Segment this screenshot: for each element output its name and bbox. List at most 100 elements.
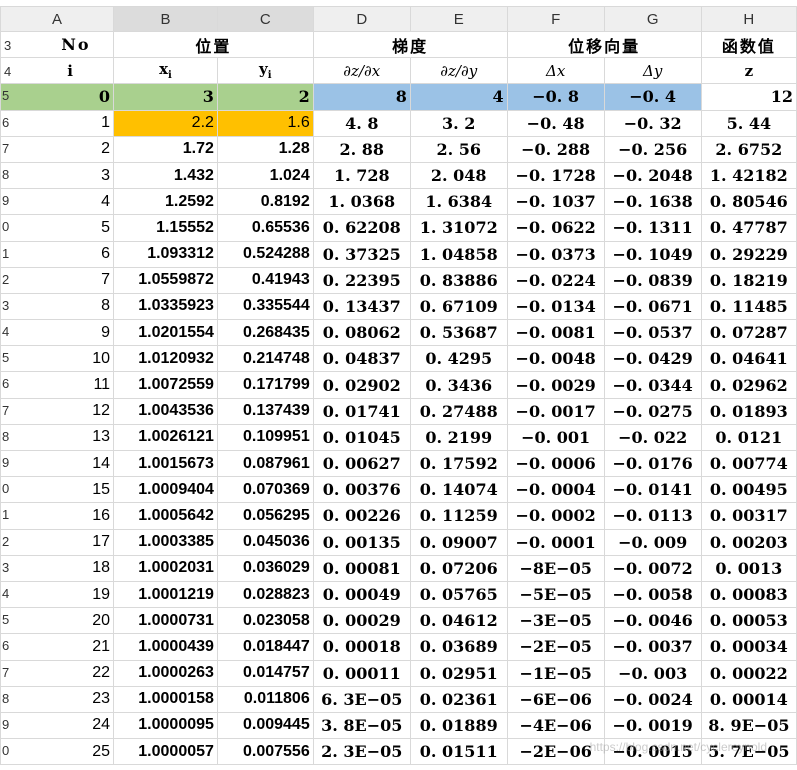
column-header-c[interactable]: C <box>216 6 314 32</box>
cell-dzdx[interactable]: 0. 01045 <box>312 423 411 452</box>
cell-dzdy[interactable]: 4 <box>409 83 508 111</box>
cell-i[interactable]: 16 <box>0 240 115 268</box>
cell-z[interactable]: 0. 07287 <box>700 319 797 347</box>
cell-i[interactable]: 1 16 <box>0 502 115 530</box>
cell-z[interactable]: 0. 00774 <box>700 449 797 478</box>
header-i[interactable]: 4i <box>0 57 115 85</box>
cell-dx[interactable]: −0. 0134 <box>506 292 605 321</box>
row-number[interactable]: 7 <box>2 141 9 156</box>
cell-dy[interactable]: −0. 0671 <box>603 292 702 321</box>
cell-dzdx[interactable]: 2. 88 <box>312 135 411 163</box>
row-number[interactable]: 0 <box>2 219 9 234</box>
cell-dy[interactable]: −0. 0176 <box>603 449 702 478</box>
row-number[interactable]: 1 <box>2 246 9 261</box>
cell-i[interactable]: 7 12 <box>0 397 115 425</box>
cell-dy[interactable]: −0. 256 <box>603 135 702 163</box>
cell-y[interactable]: 0.214748 <box>216 345 314 373</box>
cell-dzdy[interactable]: 0. 02361 <box>409 685 508 713</box>
cell-dzdx[interactable]: 0. 00011 <box>312 659 411 687</box>
cell-i[interactable]: 8 13 <box>0 423 115 452</box>
row-number[interactable]: 4 <box>4 64 11 79</box>
cell-z[interactable]: 12 <box>700 83 797 111</box>
cell-dzdx[interactable]: 1. 728 <box>312 161 411 190</box>
cell-dzdx[interactable]: 0. 02902 <box>312 371 411 399</box>
cell-x[interactable]: 2.2 <box>113 109 218 137</box>
cell-i[interactable]: 38 <box>0 292 115 321</box>
cell-x[interactable]: 1.0005642 <box>113 502 218 530</box>
cell-dzdx[interactable]: 8 <box>312 83 411 111</box>
cell-dzdx[interactable]: 0. 00081 <box>312 554 411 582</box>
cell-dzdx[interactable]: 6. 3E−05 <box>312 685 411 713</box>
cell-dzdx[interactable]: 2. 3E−05 <box>312 738 411 766</box>
cell-dy[interactable]: −0. 0537 <box>603 319 702 347</box>
cell-dzdx[interactable]: 0. 00376 <box>312 476 411 504</box>
cell-i[interactable]: 50 <box>0 83 115 111</box>
cell-i[interactable]: 6 21 <box>0 633 115 661</box>
row-number[interactable]: 8 <box>2 429 9 444</box>
cell-dx[interactable]: −0. 0017 <box>506 397 605 425</box>
cell-dy[interactable]: −0. 0072 <box>603 554 702 582</box>
cell-x[interactable]: 1.0335923 <box>113 292 218 321</box>
cell-y[interactable]: 0.171799 <box>216 371 314 399</box>
cell-dy[interactable]: −0. 009 <box>603 528 702 556</box>
cell-dy[interactable]: −0. 0058 <box>603 580 702 609</box>
cell-dzdx[interactable]: 0. 04837 <box>312 345 411 373</box>
cell-dx[interactable]: −0. 8 <box>506 83 605 111</box>
row-number[interactable]: 8 <box>2 691 9 706</box>
cell-y[interactable]: 0.070369 <box>216 476 314 504</box>
cell-dzdy[interactable]: 0. 53687 <box>409 319 508 347</box>
row-number[interactable]: 5 <box>2 350 9 365</box>
cell-dy[interactable]: −0. 0344 <box>603 371 702 399</box>
row-number[interactable]: 4 <box>2 324 9 339</box>
cell-dx[interactable]: −3E−05 <box>506 607 605 635</box>
row-number[interactable]: 2 <box>2 534 9 549</box>
cell-dzdy[interactable]: 0. 83886 <box>409 266 508 294</box>
row-number[interactable]: 3 <box>2 560 9 575</box>
header-dy[interactable]: Δy <box>603 57 702 85</box>
row-number[interactable]: 7 <box>2 665 9 680</box>
cell-i[interactable]: 94 <box>0 188 115 216</box>
cell-x[interactable]: 1.0043536 <box>113 397 218 425</box>
cell-y[interactable]: 0.018447 <box>216 633 314 661</box>
header-z[interactable]: z <box>700 57 797 85</box>
cell-y[interactable]: 0.014757 <box>216 659 314 687</box>
cell-dzdx[interactable]: 0. 00029 <box>312 607 411 635</box>
cell-y[interactable]: 0.41943 <box>216 266 314 294</box>
row-number[interactable]: 3 <box>2 298 9 313</box>
row-number[interactable]: 0 <box>2 481 9 496</box>
cell-i[interactable]: 0 15 <box>0 476 115 504</box>
cell-dzdy[interactable]: 0. 01889 <box>409 711 508 740</box>
cell-x[interactable]: 1.0000057 <box>113 738 218 766</box>
cell-x[interactable]: 1.432 <box>113 161 218 190</box>
cell-y[interactable]: 0.028823 <box>216 580 314 609</box>
cell-dy[interactable]: −0. 1311 <box>603 214 702 242</box>
cell-dy[interactable]: −0. 1049 <box>603 240 702 268</box>
cell-dzdy[interactable]: 2. 56 <box>409 135 508 163</box>
cell-x[interactable]: 1.0559872 <box>113 266 218 294</box>
cell-z[interactable]: 0. 0013 <box>700 554 797 582</box>
cell-y[interactable]: 0.524288 <box>216 240 314 268</box>
cell-i[interactable]: 2 17 <box>0 528 115 556</box>
cell-dx[interactable]: −0. 0002 <box>506 502 605 530</box>
cell-x[interactable]: 1.0201554 <box>113 319 218 347</box>
cell-y[interactable]: 0.011806 <box>216 685 314 713</box>
row-number[interactable]: 2 <box>2 272 9 287</box>
cell-i[interactable]: 5 20 <box>0 607 115 635</box>
column-header-a[interactable]: A <box>0 6 115 32</box>
cell-y[interactable]: 0.045036 <box>216 528 314 556</box>
row-number[interactable]: 7 <box>2 403 9 418</box>
cell-dzdy[interactable]: 0. 67109 <box>409 292 508 321</box>
cell-z[interactable]: 8. 9E−05 <box>700 711 797 740</box>
cell-y[interactable]: 0.137439 <box>216 397 314 425</box>
cell-z[interactable]: 2. 6752 <box>700 135 797 163</box>
cell-dx[interactable]: −0. 0029 <box>506 371 605 399</box>
cell-y[interactable]: 0.8192 <box>216 188 314 216</box>
header-position[interactable]: 位置 <box>113 30 314 59</box>
cell-y[interactable]: 0.268435 <box>216 319 314 347</box>
row-number[interactable]: 0 <box>2 743 9 758</box>
cell-dx[interactable]: −0. 0006 <box>506 449 605 478</box>
cell-z[interactable]: 0. 80546 <box>700 188 797 216</box>
cell-dzdy[interactable]: 1. 31072 <box>409 214 508 242</box>
cell-y[interactable]: 0.056295 <box>216 502 314 530</box>
cell-dx[interactable]: −6E−06 <box>506 685 605 713</box>
